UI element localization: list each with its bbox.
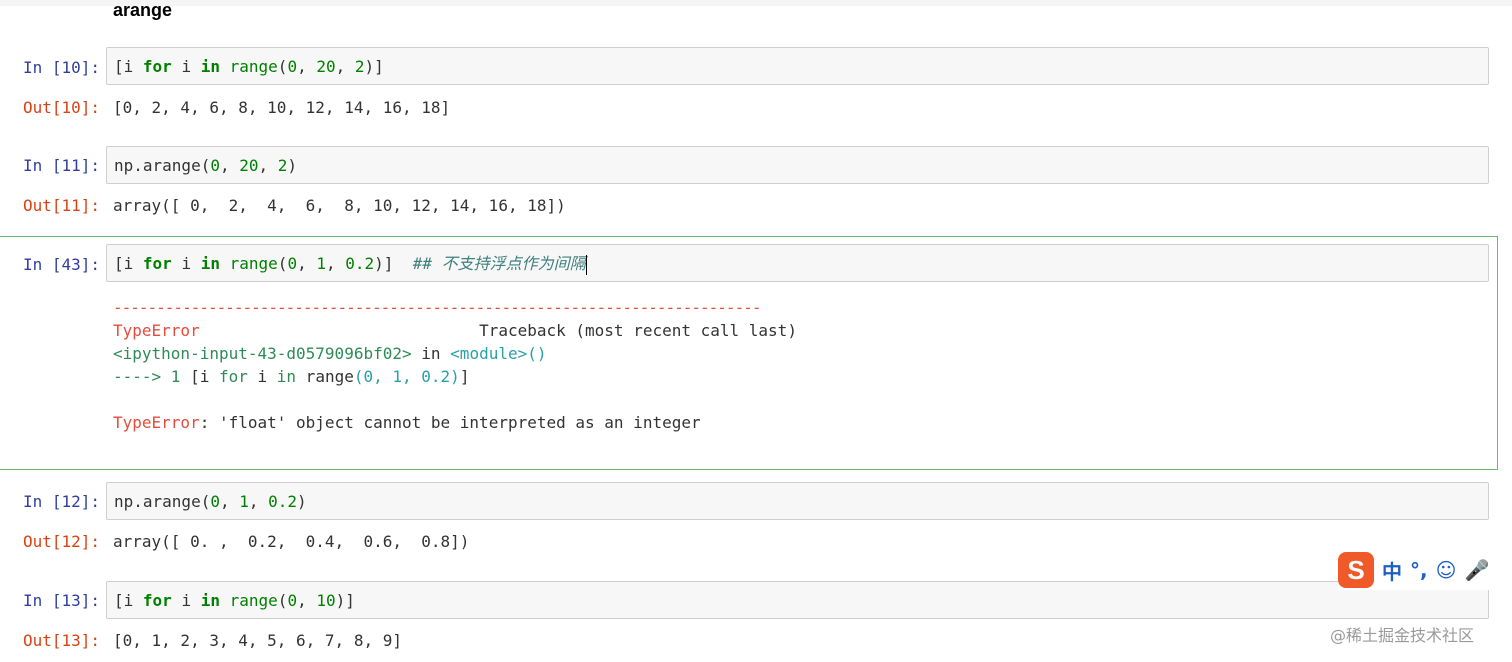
notebook-cell-13[interactable]: In [13]: [i for i in range(0, 10)] Out[1…: [0, 581, 1500, 656]
final-error-name: TypeError: [113, 413, 200, 432]
input-prompt: In [13]:: [22, 591, 100, 610]
traceback-header: TypeError Traceback (most recent call la…: [113, 319, 797, 342]
code-text: [i for i in range(0, 1, 0.2)] ## 不支持浮点作为…: [114, 254, 587, 275]
cell-output: [0, 2, 4, 6, 8, 10, 12, 14, 16, 18]: [113, 98, 451, 117]
cell-output: array([ 0, 2, 4, 6, 8, 10, 12, 14, 16, 1…: [113, 196, 566, 215]
input-prompt: In [11]:: [22, 156, 100, 175]
arrow-code: [i for i in range(0, 1, 0.2)]: [190, 367, 470, 386]
cell-output: [0, 1, 2, 3, 4, 5, 6, 7, 8, 9]: [113, 631, 402, 650]
chinese-mode-toggle[interactable]: 中: [1382, 556, 1402, 585]
error-name: TypeError: [113, 321, 200, 340]
notebook-cell-12[interactable]: In [12]: np.arange(0, 1, 0.2) Out[12]: a…: [0, 482, 1500, 557]
code-text: np.arange(0, 20, 2): [114, 156, 298, 175]
cell-output: array([ 0. , 0.2, 0.4, 0.6, 0.8]): [113, 532, 470, 551]
code-input[interactable]: np.arange(0, 1, 0.2): [106, 482, 1489, 520]
arrow-prefix: ----> 1: [113, 367, 191, 386]
top-toolbar-strip: [0, 0, 1512, 6]
code-text: np.arange(0, 1, 0.2): [114, 492, 307, 511]
microphone-icon[interactable]: 🎤: [1464, 558, 1489, 582]
text-cursor: [585, 254, 587, 275]
in-word: in: [421, 344, 441, 363]
code-text: [i for i in range(0, 20, 2)]: [114, 57, 384, 76]
code-input[interactable]: [i for i in range(0, 10)]: [106, 581, 1489, 619]
output-prompt: Out[13]:: [22, 631, 100, 650]
ime-toolbar[interactable]: S 中 °, ☺ 🎤: [1338, 550, 1512, 590]
input-prompt: In [43]:: [22, 255, 100, 274]
code-comment: ## 不支持浮点作为间隔: [412, 254, 586, 273]
code-input[interactable]: [i for i in range(0, 20, 2)]: [106, 47, 1489, 85]
output-prompt: Out[10]:: [22, 98, 100, 117]
input-prompt: In [12]:: [22, 492, 100, 511]
code-text: [i for i in range(0, 10)]: [114, 591, 355, 610]
code-input[interactable]: np.arange(0, 20, 2): [106, 146, 1489, 184]
output-prompt: Out[11]:: [22, 196, 100, 215]
section-heading: arange: [113, 0, 173, 20]
final-error-msg: : 'float' object cannot be interpreted a…: [199, 413, 701, 432]
traceback-arrow-line: ----> 1 [i for i in range(0, 1, 0.2)]: [113, 365, 469, 388]
traceback-divider: ----------------------------------------…: [113, 298, 761, 317]
code-input[interactable]: [i for i in range(0, 1, 0.2)] ## 不支持浮点作为…: [106, 244, 1489, 282]
notebook-cell-43[interactable]: In [43]: [i for i in range(0, 1, 0.2)] #…: [0, 244, 1500, 464]
traceback-location: <ipython-input-43-d0579096bf02> in <modu…: [113, 342, 547, 365]
watermark: @稀土掘金技术社区: [1330, 626, 1475, 645]
traceback-message: TypeError: 'float' object cannot be inte…: [113, 411, 701, 434]
traceback-label: Traceback (most recent call last): [479, 321, 797, 340]
notebook-cell-10[interactable]: In [10]: [i for i in range(0, 20, 2)] Ou…: [0, 47, 1500, 122]
module-ref: <module>(): [450, 344, 547, 363]
punctuation-toggle[interactable]: °,: [1410, 558, 1428, 582]
input-ref: <ipython-input-43-d0579096bf02>: [113, 344, 412, 363]
notebook-cell-11[interactable]: In [11]: np.arange(0, 20, 2) Out[11]: ar…: [0, 146, 1500, 221]
output-prompt: Out[12]:: [22, 532, 100, 551]
emoji-icon[interactable]: ☺: [1436, 558, 1457, 582]
input-prompt: In [10]:: [22, 58, 100, 77]
sogou-logo-icon[interactable]: S: [1338, 552, 1374, 588]
